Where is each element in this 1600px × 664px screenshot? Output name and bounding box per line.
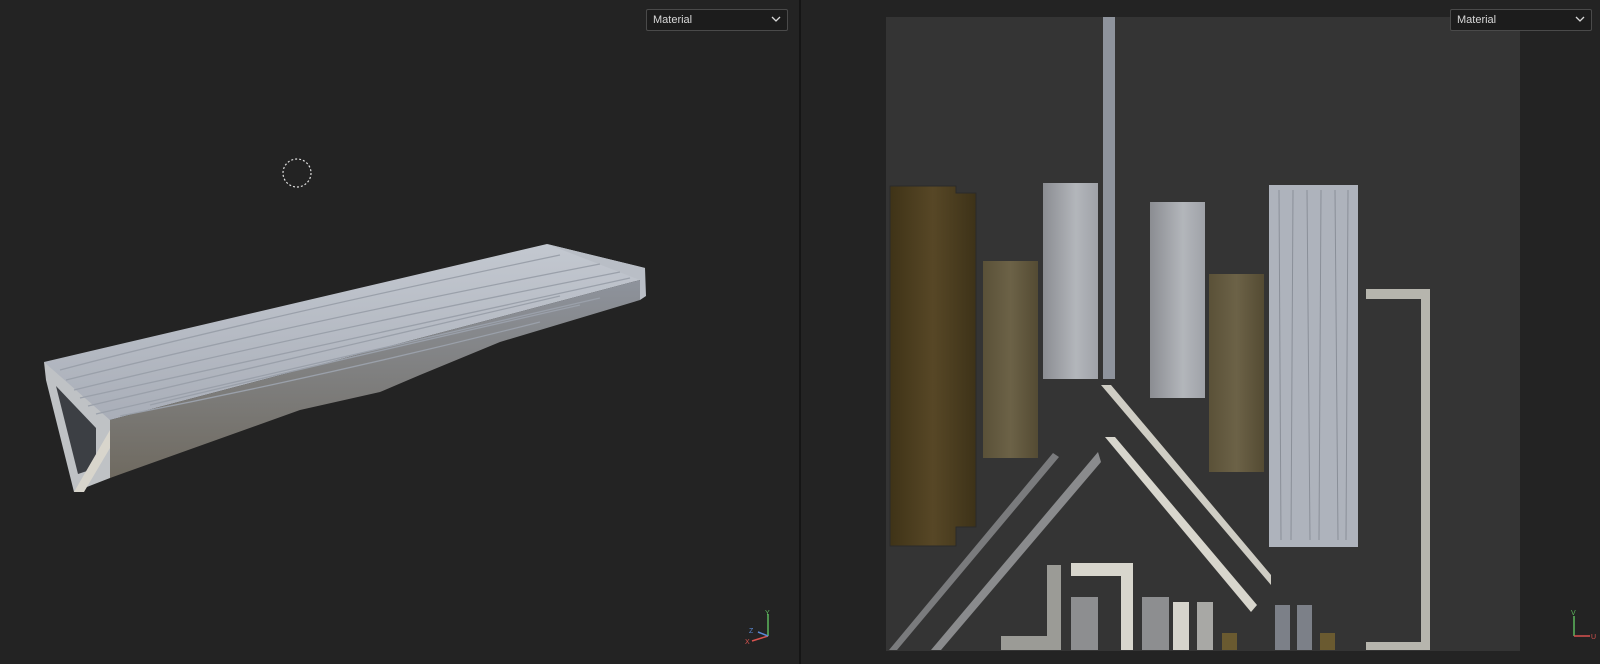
uv-island-small-3 <box>1173 602 1189 650</box>
uv-island-metal-right <box>1150 202 1205 398</box>
axis-gizmo-3d: Y Z X <box>745 610 770 646</box>
uv-island-small-4 <box>1197 602 1213 650</box>
uv-island-small-7 <box>1297 605 1312 650</box>
axis-z-label: Z <box>749 628 754 635</box>
axis-u-label: U <box>1591 634 1596 641</box>
viewport-3d[interactable]: Material Y Z X <box>0 0 799 664</box>
uv-island-small-1 <box>1071 597 1098 650</box>
brush-cursor-icon <box>282 158 312 188</box>
uv-island-small-2 <box>1142 597 1169 650</box>
uv-island-plank-light <box>1269 185 1358 547</box>
axis-v-label: V <box>1571 610 1576 617</box>
3d-scene[interactable] <box>0 0 799 664</box>
viewport-uv[interactable]: Material V U <box>801 0 1600 664</box>
axis-y-label: Y <box>765 610 770 617</box>
axis-gizmo-uv: V U <box>1571 610 1596 641</box>
uv-island-wood-mid-left <box>983 261 1038 458</box>
material-mode-dropdown-uv-value: Material <box>1457 14 1497 26</box>
axis-x-line <box>751 635 769 642</box>
uv-island-wood-mid-right <box>1209 274 1264 472</box>
material-mode-dropdown-uv[interactable]: Material <box>1450 9 1592 31</box>
material-mode-dropdown[interactable]: Material <box>646 9 788 31</box>
uv-island-wood-large <box>889 185 977 547</box>
uv-island-small-8 <box>1320 633 1335 650</box>
axis-x-label: X <box>745 639 750 646</box>
chevron-down-icon <box>1575 16 1585 22</box>
axis-z-line <box>757 631 769 637</box>
material-mode-dropdown-value: Material <box>653 14 693 26</box>
uv-island-metal-left <box>1043 183 1098 379</box>
uv-island-small-5 <box>1222 633 1237 650</box>
uv-island-small-6 <box>1275 605 1290 650</box>
chevron-down-icon <box>771 16 781 22</box>
uv-layout[interactable] <box>801 0 1600 664</box>
uv-island-thin-strip <box>1103 17 1115 379</box>
